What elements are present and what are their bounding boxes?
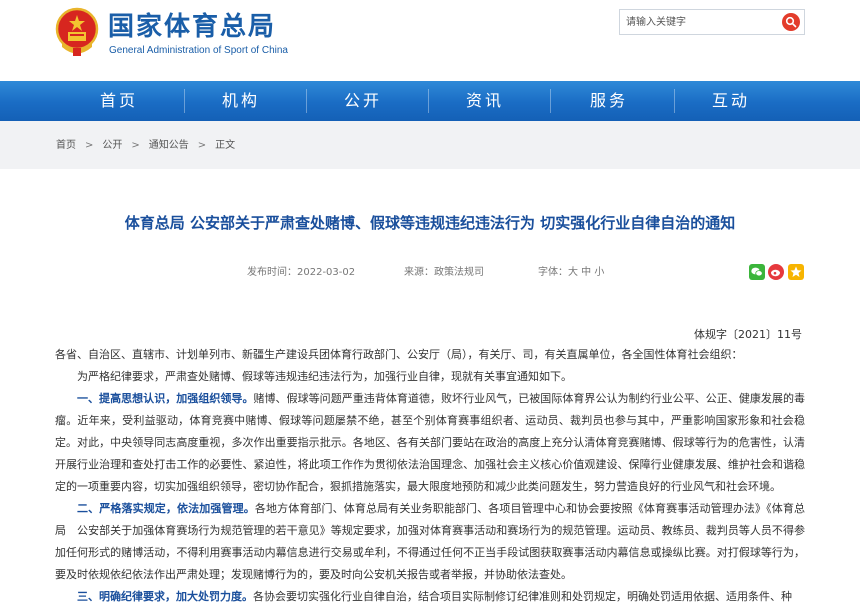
breadcrumb-separator: > (131, 140, 140, 151)
nav-divider (428, 89, 429, 113)
search-icon (785, 16, 797, 28)
article-source: 来源：政策法规司 (404, 267, 484, 278)
search-box (619, 9, 805, 35)
nav-item-organization[interactable]: 机构 (196, 81, 286, 121)
nav-item-public[interactable]: 公开 (318, 81, 408, 121)
publish-date: 发布时间：2022-03-02 (247, 267, 356, 278)
national-emblem-icon[interactable] (54, 6, 100, 58)
section-heading: 一、提高思想认识，加强组织领导。 (77, 392, 254, 405)
search-button[interactable] (782, 13, 800, 31)
search-input[interactable] (620, 10, 776, 34)
section-paragraph: 三、明确纪律要求，加大处罚力度。各协会要切实强化行业自律自治，结合项目实际制修订… (55, 586, 805, 608)
nav-item-service[interactable]: 服务 (564, 81, 654, 121)
qzone-icon[interactable] (788, 264, 804, 280)
nav-divider (306, 89, 307, 113)
nav-item-home[interactable]: 首页 (74, 81, 164, 121)
breadcrumb-current: 正文 (215, 140, 236, 151)
font-size-control[interactable]: 字体：大 中 小 (538, 267, 604, 279)
nav-divider (184, 89, 185, 113)
main-nav: 首页 机构 公开 资讯 服务 互动 (0, 81, 860, 121)
nav-item-interaction[interactable]: 互动 (686, 81, 776, 121)
breadcrumb: 首页 > 公开 > 通知公告 > 正文 (56, 140, 235, 152)
article-title: 体育总局 公安部关于严肃查处赌博、假球等违规违纪违法行为 切实强化行业自律自治的… (124, 214, 736, 232)
nav-item-news[interactable]: 资讯 (440, 81, 530, 121)
site-header: 国家体育总局 General Administration of Sport o… (0, 0, 860, 80)
intro-paragraph: 为严格纪律要求，严肃查处赌博、假球等违规违纪违法行为，加强行业自律，现就有关事宜… (77, 370, 572, 383)
breadcrumb-separator: > (85, 140, 94, 151)
section-text: 各协会要切实强化行业自律自治，结合项目实际制修订纪律准则和处罚规定，明确处罚适用… (253, 590, 792, 603)
breadcrumb-public[interactable]: 公开 (102, 140, 122, 152)
site-title[interactable]: 国家体育总局 (108, 12, 276, 42)
breadcrumb-notices[interactable]: 通知公告 (149, 140, 189, 152)
breadcrumb-separator: > (197, 140, 207, 151)
nav-divider (674, 89, 675, 113)
breadcrumb-home[interactable]: 首页 (56, 140, 76, 152)
article-body: 各省、自治区、直辖市、计划单列市、新疆生产建设兵团体育行政部门、公安厅（局），有… (55, 344, 805, 608)
wechat-icon[interactable] (749, 264, 765, 280)
section-paragraph: 二、严格落实规定，依法加强管理。各地方体育部门、体育总局有关业务职能部门、各项目… (55, 498, 805, 586)
site-title-english: General Administration of Sport of China (109, 45, 288, 56)
section-paragraph: 一、提高思想认识，加强组织领导。赌博、假球等问题严重违背体育道德，败坏行业风气，… (55, 388, 805, 498)
nav-divider (550, 89, 551, 113)
section-text: 赌博、假球等问题严重违背体育道德，败坏行业风气，已被国际体育界公认为制约行业公平… (55, 392, 806, 493)
addressee: 各省、自治区、直辖市、计划单列市、新疆生产建设兵团体育行政部门、公安厅（局），有… (55, 348, 743, 361)
document-number: 体规字〔2021〕11号 (694, 328, 802, 341)
weibo-icon[interactable] (768, 264, 784, 280)
section-heading: 二、严格落实规定，依法加强管理。 (77, 502, 255, 515)
section-heading: 三、明确纪律要求，加大处罚力度。 (77, 590, 253, 603)
